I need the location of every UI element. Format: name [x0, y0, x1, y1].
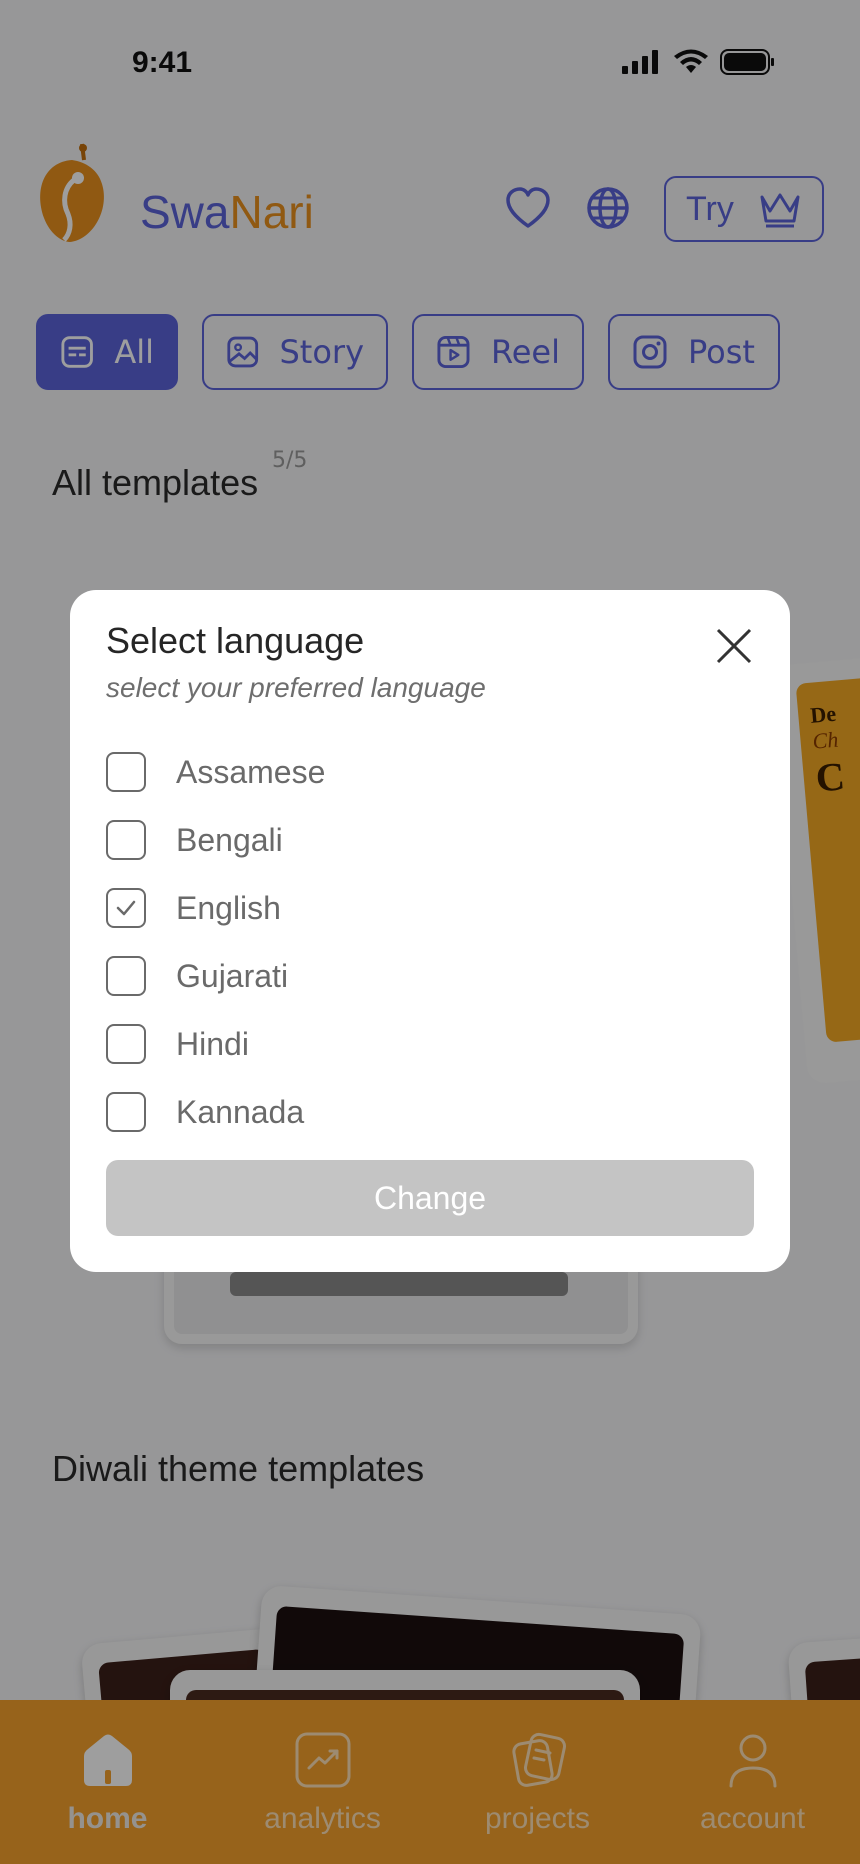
modal-title: Select language: [106, 620, 365, 661]
option-label: Assamese: [176, 753, 326, 790]
checkbox[interactable]: [106, 820, 146, 860]
checkbox[interactable]: [106, 956, 146, 996]
language-modal: Select language select your preferred la…: [70, 590, 790, 1272]
language-option-bengali[interactable]: Bengali: [106, 806, 325, 874]
close-button[interactable]: [714, 626, 754, 666]
checkbox[interactable]: [106, 888, 146, 928]
language-option-assamese[interactable]: Assamese: [106, 738, 325, 806]
language-options: Assamese Bengali English Gujarati Hindi …: [106, 738, 325, 1146]
language-option-gujarati[interactable]: Gujarati: [106, 942, 325, 1010]
checkbox[interactable]: [106, 1092, 146, 1132]
option-label: Kannada: [176, 1093, 305, 1130]
check-icon: [116, 900, 136, 916]
option-label: Gujarati: [176, 957, 289, 994]
option-label: English: [176, 889, 281, 926]
checkbox[interactable]: [106, 752, 146, 792]
modal-subtitle: select your preferred language: [106, 672, 486, 703]
option-label: Bengali: [176, 821, 283, 858]
close-icon: [716, 628, 752, 664]
change-button[interactable]: Change: [106, 1160, 754, 1236]
language-option-kannada[interactable]: Kannada: [106, 1078, 325, 1146]
language-option-english[interactable]: English: [106, 874, 325, 942]
checkbox[interactable]: [106, 1024, 146, 1064]
option-label: Hindi: [176, 1025, 249, 1062]
language-option-hindi[interactable]: Hindi: [106, 1010, 325, 1078]
